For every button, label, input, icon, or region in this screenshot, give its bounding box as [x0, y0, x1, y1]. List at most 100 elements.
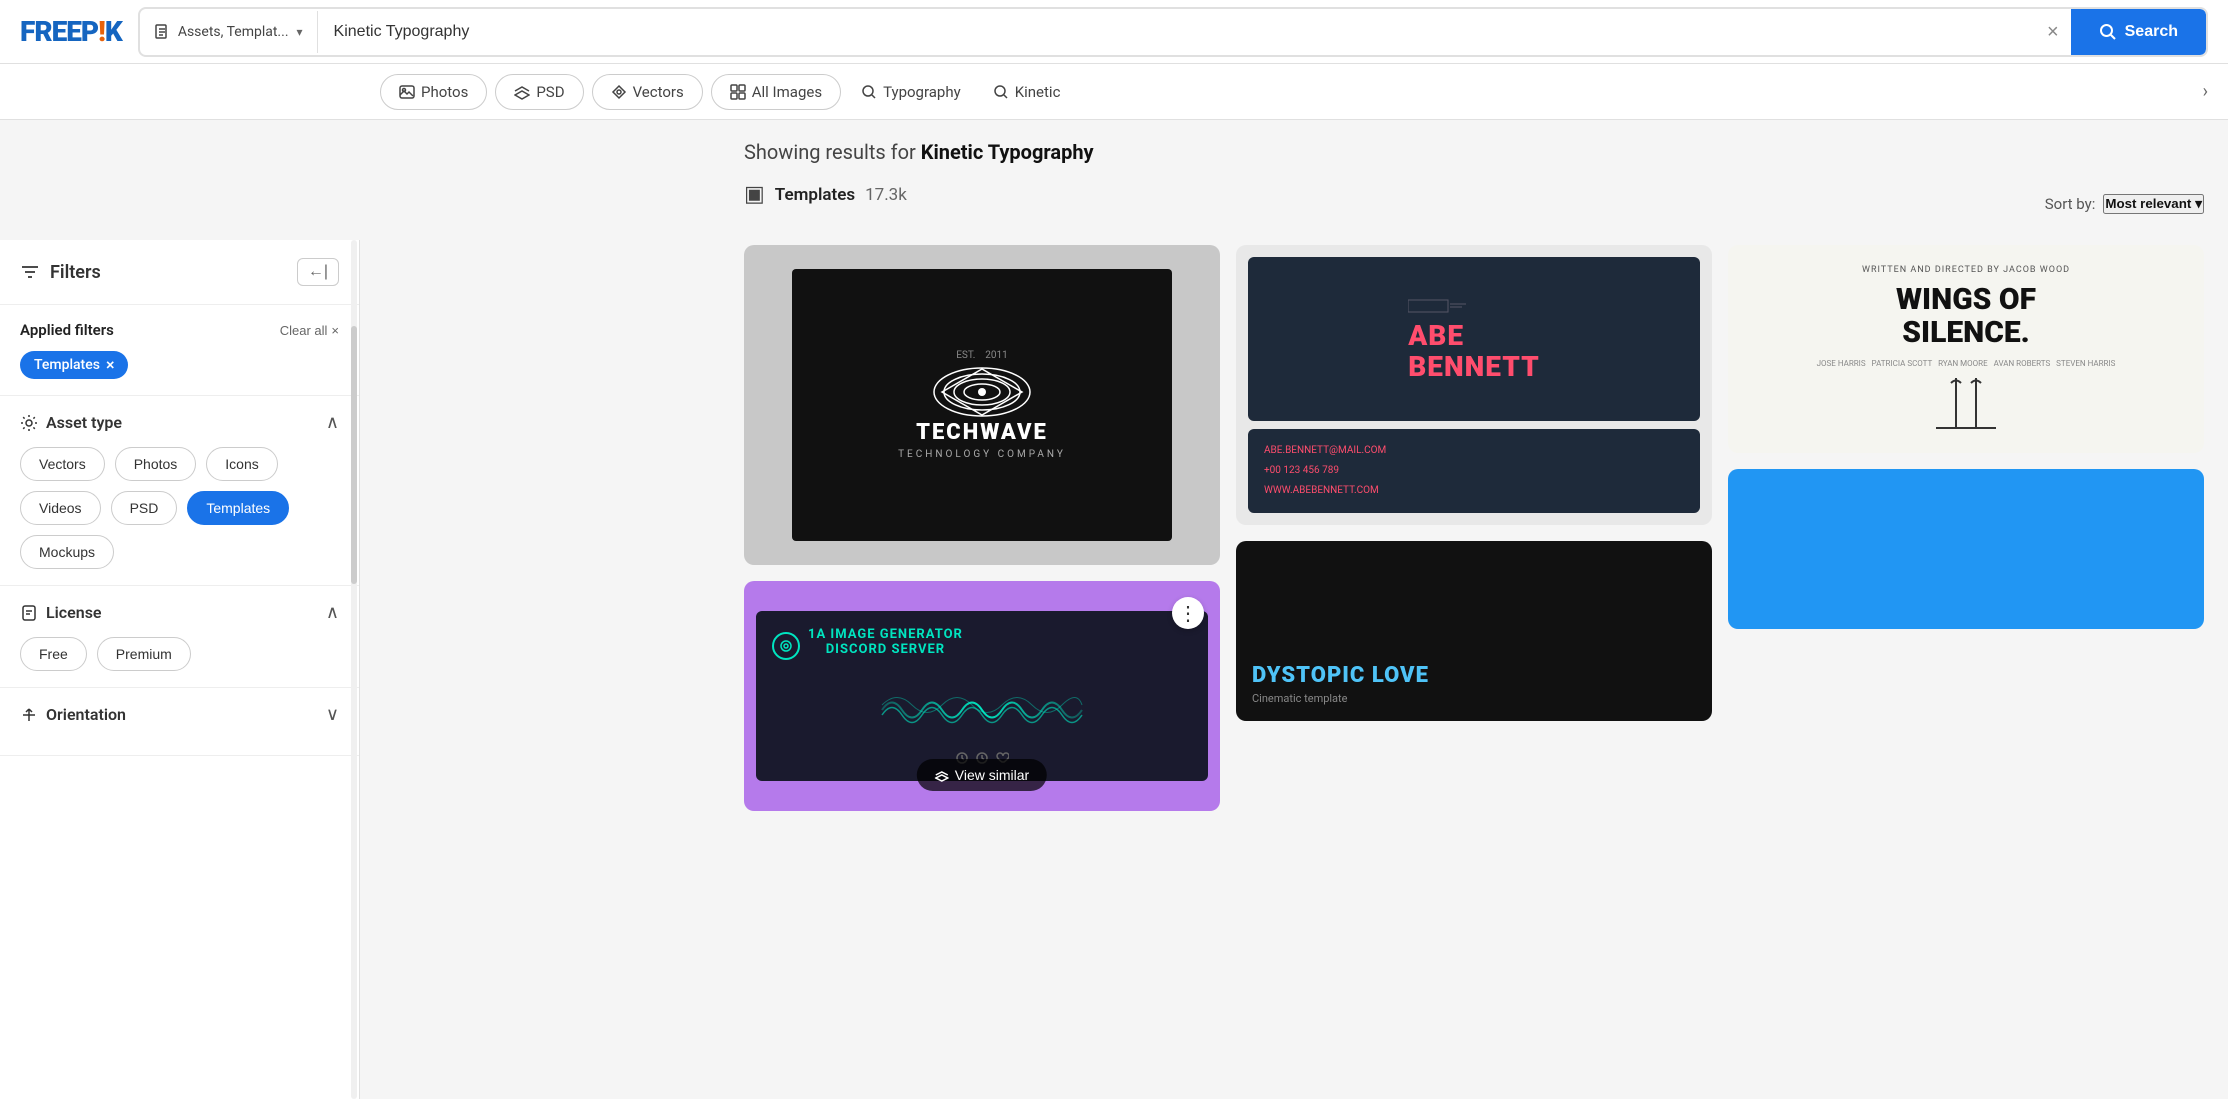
pen-tool-icon — [611, 84, 627, 100]
card-dystopic-love[interactable]: DYSTOPIC LOVE Cinematic template — [1236, 541, 1712, 721]
orientation-section: Orientation ∨ — [0, 688, 359, 756]
sidebar-header: Filters ←| — [0, 240, 359, 305]
sort-chevron-icon: ▾ — [2195, 196, 2202, 212]
asset-type-icon — [20, 414, 38, 432]
showing-prefix: Showing results for — [744, 140, 921, 164]
subnav-item-typography[interactable]: Typography — [849, 75, 973, 109]
search-button-label: Search — [2125, 23, 2178, 41]
wings-title: WINGS OFSILENCE. — [1896, 283, 2036, 349]
results-showing: Showing results for Kinetic Typography — [744, 140, 1094, 164]
document-icon — [154, 24, 170, 40]
collapse-icon: ←| — [308, 263, 328, 281]
subnav-item-kinetic[interactable]: Kinetic — [981, 75, 1073, 109]
templates-results-icon: ▣ — [744, 182, 765, 207]
search-input[interactable] — [318, 23, 2035, 41]
license-premium[interactable]: Premium — [97, 637, 191, 671]
header: FREEP!K Assets, Templat... ▾ × Search — [0, 0, 2228, 64]
search-clear-button[interactable]: × — [2035, 22, 2071, 42]
asset-type-vectors[interactable]: Vectors — [20, 447, 105, 481]
scrollbar-thumb — [351, 326, 357, 584]
wings-illustration-svg — [1926, 378, 2006, 433]
filters-icon — [20, 262, 40, 282]
card-techwave[interactable]: EST. 2011 T — [744, 245, 1220, 565]
orientation-title: Orientation — [20, 705, 126, 724]
discord-wave-svg — [772, 675, 1192, 745]
applied-filters-header: Applied filters Clear all × — [20, 321, 339, 339]
search-type-selector[interactable]: Assets, Templat... ▾ — [140, 11, 318, 53]
subnav-item-vectors[interactable]: Vectors — [592, 74, 703, 110]
license-section: License ∧ Free Premium — [0, 586, 359, 688]
abe-rectangle-decoration — [1408, 295, 1540, 317]
card-wings[interactable]: WRITTEN AND DIRECTED BY JACOB WOOD WINGS… — [1728, 245, 2204, 453]
asset-type-section: Asset type ∧ Vectors Photos Icons Videos… — [0, 396, 359, 586]
asset-type-title: Asset type — [20, 413, 122, 432]
card-discord[interactable]: 1A IMAGE GENERATORDISCORD SERVER — [744, 581, 1220, 811]
results-header-row: Showing results for Kinetic Typography — [744, 140, 2204, 164]
sort-by-dropdown[interactable]: Most relevant ▾ — [2103, 194, 2204, 214]
techwave-subtitle: TECHNOLOGY COMPANY — [898, 449, 1066, 460]
asset-type-icons[interactable]: Icons — [206, 447, 277, 481]
subnav-psd-label: PSD — [536, 83, 564, 101]
asset-type-header[interactable]: Asset type ∧ — [20, 412, 339, 433]
image-icon — [399, 84, 415, 100]
applied-filters-label: Applied filters — [20, 321, 114, 339]
applied-filters-section: Applied filters Clear all × Templates × — [0, 305, 359, 396]
layers-similar-icon — [935, 768, 949, 782]
asset-type-photos[interactable]: Photos — [115, 447, 197, 481]
subnav-kinetic-label: Kinetic — [1015, 83, 1061, 101]
showing-query: Kinetic Typography — [921, 140, 1094, 164]
asset-type-templates[interactable]: Templates — [187, 491, 289, 525]
clear-all-button[interactable]: Clear all × — [280, 323, 339, 338]
techwave-est: EST. 2011 — [956, 350, 1008, 361]
license-grid: Free Premium — [20, 637, 339, 671]
scrollbar-track[interactable] — [351, 240, 357, 1099]
license-header[interactable]: License ∧ — [20, 602, 339, 623]
logo[interactable]: FREEP!K — [20, 15, 122, 48]
sort-by-label: Sort by: — [2045, 195, 2096, 213]
view-similar-button[interactable]: View similar — [917, 759, 1047, 791]
subnav-item-photos[interactable]: Photos — [380, 74, 487, 110]
license-free[interactable]: Free — [20, 637, 87, 671]
subnav-photos-label: Photos — [421, 83, 468, 101]
clear-all-label: Clear all — [280, 323, 328, 338]
subnav-item-psd[interactable]: PSD — [495, 74, 583, 110]
results-grid: EST. 2011 T — [744, 245, 2204, 811]
wings-subtitle: WRITTEN AND DIRECTED BY JACOB WOOD — [1862, 265, 2070, 275]
tag-remove-button[interactable]: × — [106, 357, 115, 373]
card-abe-bennett[interactable]: ABEBENNETT ABE.BENNETT@MAIL.COM +00 123 … — [1236, 245, 1712, 525]
license-chevron: ∧ — [326, 602, 339, 623]
dystopic-sub: Cinematic template — [1252, 692, 1429, 705]
abe-lines-svg — [1408, 295, 1468, 315]
chevron-down-icon: ▾ — [297, 25, 303, 39]
license-label: License — [46, 603, 102, 622]
techwave-eye-svg — [932, 365, 1032, 420]
subnav-item-all-images[interactable]: All Images — [711, 74, 841, 110]
asset-type-psd[interactable]: PSD — [111, 491, 178, 525]
all-images-icon — [730, 84, 746, 100]
clear-all-icon: × — [331, 323, 339, 338]
dystopic-title: DYSTOPIC LOVE — [1252, 663, 1429, 688]
techwave-title: TECHWAVE — [916, 420, 1048, 445]
sidebar-collapse-button[interactable]: ←| — [297, 258, 339, 286]
search-type-label: Assets, Templat... — [178, 24, 289, 40]
asset-type-chevron: ∧ — [326, 412, 339, 433]
layers-icon — [514, 84, 530, 100]
templates-filter-tag: Templates × — [20, 351, 128, 379]
asset-type-mockups[interactable]: Mockups — [20, 535, 114, 569]
card-blue[interactable] — [1728, 469, 2204, 629]
orientation-header[interactable]: Orientation ∨ — [20, 704, 339, 725]
filters-label: Filters — [50, 262, 101, 283]
results-meta: ▣ Templates 17.3k — [744, 182, 907, 207]
subnav-vectors-label: Vectors — [633, 83, 684, 101]
content-area: Showing results for Kinetic Typography ▣… — [720, 120, 2228, 979]
tag-label: Templates — [34, 357, 100, 373]
discord-dots-menu[interactable]: ⋮ — [1172, 597, 1204, 629]
typography-search-icon — [861, 84, 877, 100]
abe-contact: ABE.BENNETT@MAIL.COM +00 123 456 789 WWW… — [1264, 441, 1684, 501]
wings-credits: JOSE HARRIS PATRICIA SCOTT RYAN MOORE AV… — [1817, 359, 2116, 368]
subnav-more-chevron[interactable]: › — [2203, 81, 2208, 102]
abe-name: ABEBENNETT — [1408, 321, 1540, 383]
asset-type-videos[interactable]: Videos — [20, 491, 101, 525]
search-button[interactable]: Search — [2071, 9, 2206, 55]
view-similar-label: View similar — [955, 767, 1029, 783]
